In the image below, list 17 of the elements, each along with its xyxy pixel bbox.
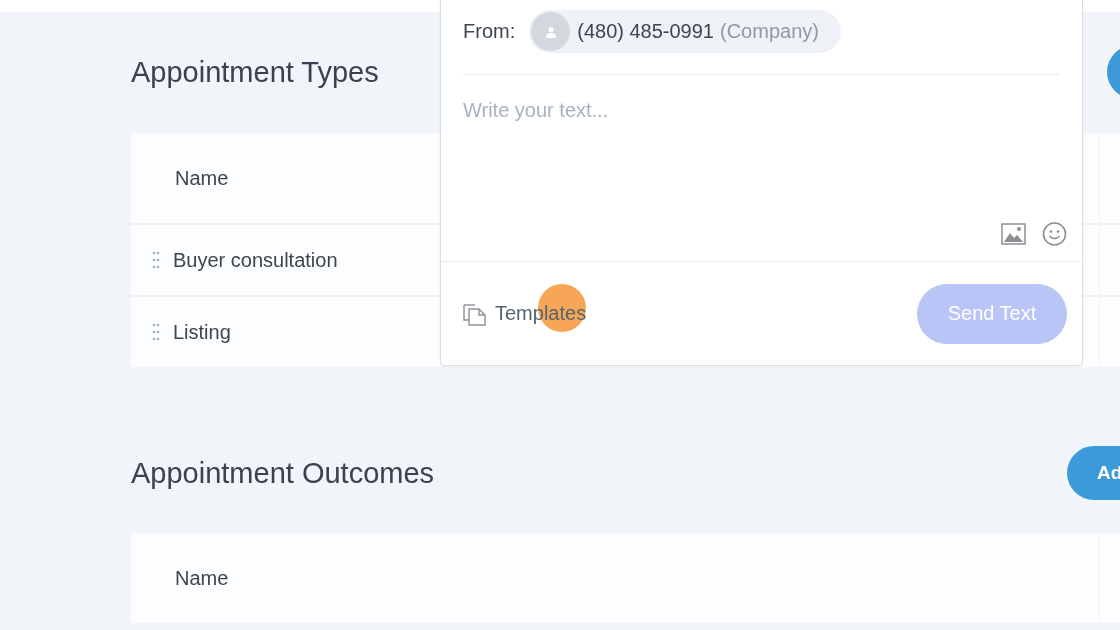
column-header: Name bbox=[175, 566, 229, 590]
section-title: Appointment Outcomes bbox=[131, 456, 435, 490]
phone-number: (480) 485-0991 bbox=[577, 20, 714, 43]
emoji-icon[interactable] bbox=[1042, 221, 1067, 246]
table-cell: Buyer consultation bbox=[173, 248, 338, 272]
from-label: From: bbox=[463, 20, 516, 43]
drag-handle-icon[interactable] bbox=[152, 251, 160, 269]
sender-type: (Company) bbox=[720, 20, 819, 43]
message-box[interactable]: Write your text... bbox=[441, 75, 1082, 261]
column-header: Name bbox=[175, 166, 229, 190]
drag-handle-icon[interactable] bbox=[152, 323, 160, 341]
section-title: Appointment Types bbox=[131, 55, 379, 89]
document-icon bbox=[463, 301, 486, 326]
image-icon[interactable] bbox=[1001, 221, 1026, 246]
sender-chip[interactable]: (480) 485-0991 (Company) bbox=[529, 10, 841, 53]
table-cell: Listing bbox=[173, 320, 231, 344]
avatar-icon bbox=[531, 12, 571, 51]
